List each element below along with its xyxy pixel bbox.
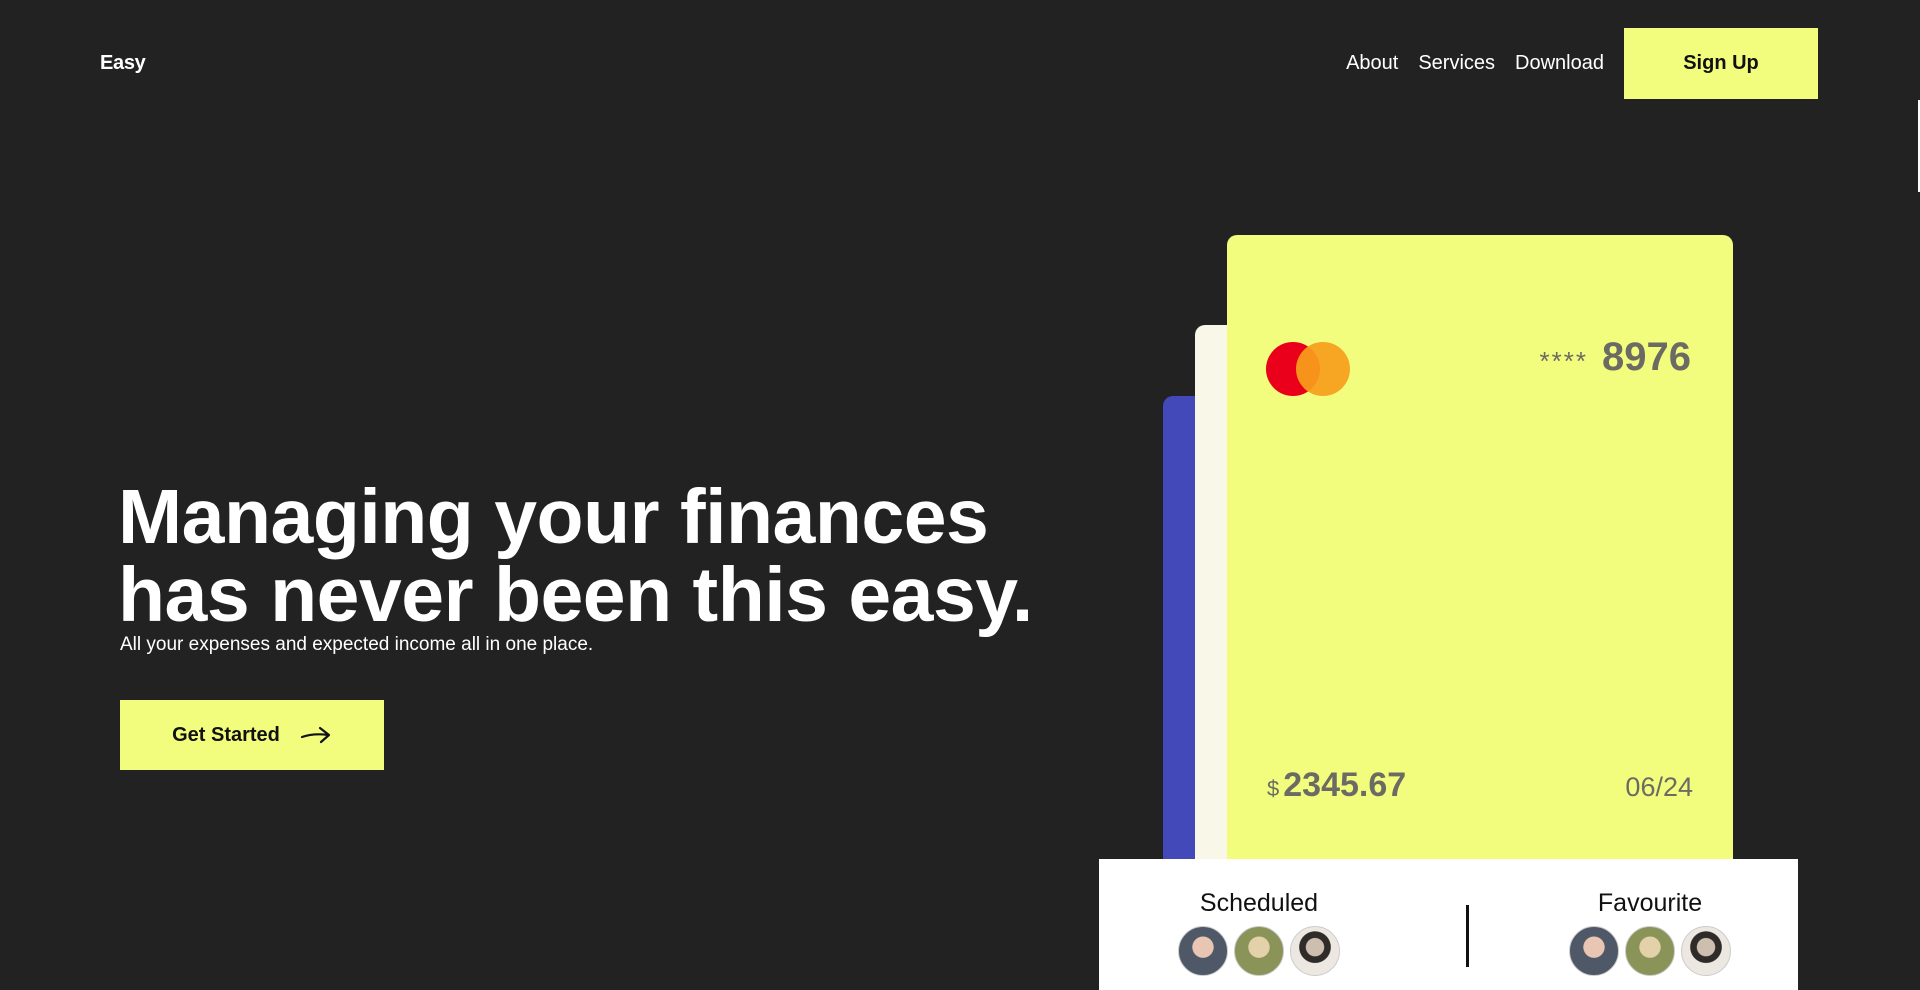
avatar[interactable] [1178,926,1228,976]
nav-services[interactable]: Services [1418,52,1495,75]
card-balance: $ 2345.67 [1267,766,1406,805]
favourite-title: Favourite [1597,889,1703,917]
sign-up-button[interactable]: Sign Up [1624,28,1818,99]
hero-title: Managing your finances has never been th… [118,478,1033,634]
avatar[interactable] [1625,926,1675,976]
card-last-four: 8976 [1602,335,1691,379]
get-started-label: Get Started [172,723,280,746]
card-amount: 2345.67 [1283,766,1407,804]
hero-title-line-2: has never been this easy. [118,552,1033,638]
nav-about[interactable]: About [1346,52,1398,75]
mastercard-logo [1266,342,1350,396]
card-expiry: 06/24 [1625,772,1693,802]
nav-download[interactable]: Download [1515,52,1604,75]
scheduled-avatars [1175,926,1343,976]
avatar[interactable] [1569,926,1619,976]
card-number: **** 8976 [1540,335,1691,380]
favourite-section: Favourite [1565,889,1735,976]
avatar[interactable] [1681,926,1731,976]
landing-page: Easy About Services Download Sign Up Man… [0,0,1920,990]
avatar[interactable] [1290,926,1340,976]
get-started-button[interactable]: Get Started [120,700,384,770]
hero-subtitle: All your expenses and expected income al… [120,634,594,655]
brand-logo[interactable]: Easy [100,52,146,75]
scheduled-section: Scheduled [1174,889,1344,976]
avatar[interactable] [1234,926,1284,976]
panel-divider [1466,905,1469,967]
main-nav: About Services Download Sign Up [1346,28,1818,99]
arrow-right-icon [300,725,332,745]
contacts-panel: Scheduled Favourite [1099,859,1798,990]
favourite-avatars [1566,926,1734,976]
scheduled-title: Scheduled [1199,889,1319,917]
mastercard-orange-circle [1296,342,1350,396]
hero-title-line-1: Managing your finances [118,474,989,560]
card-currency: $ [1267,776,1280,801]
card-number-mask: **** [1539,346,1589,376]
